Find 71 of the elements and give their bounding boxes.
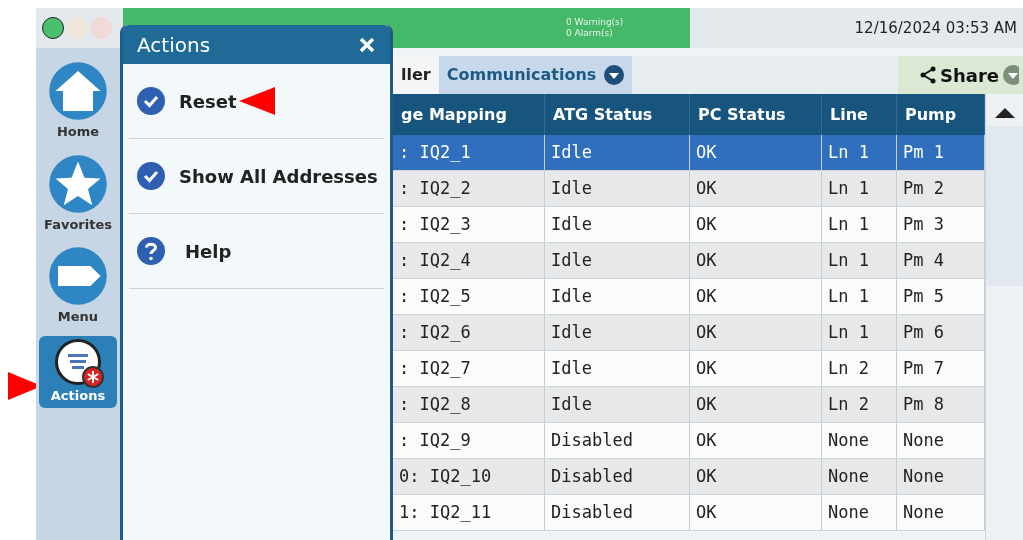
sidebar-item[interactable]: Menu [39, 243, 117, 330]
table-cell: Ln 1 [822, 171, 897, 206]
table-cell: Disabled [545, 423, 690, 458]
table-cell: Idle [545, 315, 690, 350]
table-cell: OK [690, 135, 822, 170]
table-cell: OK [690, 495, 822, 530]
table-cell: Idle [545, 171, 690, 206]
table-row[interactable]: 1: IQ2_11 Disabled OK None None [393, 495, 985, 531]
table-row[interactable]: : IQ2_6 Idle OK Ln 1 Pm 6 [393, 315, 985, 351]
table-cell: Idle [545, 207, 690, 242]
table-cell: None [822, 459, 897, 494]
sidebar-item[interactable]: Favorites [39, 150, 117, 237]
table-row[interactable]: : IQ2_9 Disabled OK None None [393, 423, 985, 459]
table-cell: Idle [545, 279, 690, 314]
dropdown-caret-icon [604, 65, 625, 85]
table-row[interactable]: : IQ2_1 Idle OK Ln 1 Pm 1 [393, 135, 985, 171]
panel-title: Actions [137, 31, 211, 59]
table-cell: OK [690, 243, 822, 278]
checkmark-icon [137, 162, 165, 190]
table-cell: Disabled [545, 459, 690, 494]
table-cell: Ln 2 [822, 351, 897, 386]
table-row[interactable]: : IQ2_4 Idle OK Ln 1 Pm 4 [393, 243, 985, 279]
tab[interactable]: ller [393, 56, 439, 94]
table-cell: Ln 1 [822, 243, 897, 278]
table-row[interactable]: 0: IQ2_10 Disabled OK None None [393, 459, 985, 495]
action-item[interactable]: Help [179, 237, 232, 265]
checkmark-icon [137, 87, 165, 115]
table-cell: OK [690, 423, 822, 458]
sidebar-item[interactable]: Home [39, 58, 117, 145]
table-cell: OK [690, 387, 822, 422]
sidebar-item[interactable]: Actions [39, 335, 117, 408]
table-cell: OK [690, 171, 822, 206]
date-time: 12/16/2024 03:53 AM [854, 17, 1017, 39]
table-cell: OK [690, 351, 822, 386]
table-cell: None [822, 495, 897, 530]
table-cell: Idle [545, 135, 690, 170]
table-cell: OK [690, 315, 822, 350]
table-cell: Ln 1 [822, 279, 897, 314]
action-item[interactable]: Show All Addresses [179, 162, 378, 190]
alert-count: 0 Alarm(s) [566, 28, 614, 39]
table-row[interactable]: : IQ2_3 Idle OK Ln 1 Pm 3 [393, 207, 985, 243]
table-cell: Idle [545, 351, 690, 386]
dropdown-caret-icon [1003, 65, 1019, 85]
table-cell: Ln 1 [822, 135, 897, 170]
table-cell: OK [690, 279, 822, 314]
table-row[interactable]: : IQ2_2 Idle OK Ln 1 Pm 2 [393, 171, 985, 207]
alert-count: 0 Warning(s) [566, 17, 625, 28]
table-row[interactable]: : IQ2_7 Idle OK Ln 2 Pm 7 [393, 351, 985, 387]
scroll-up-icon[interactable] [994, 108, 1015, 118]
table-cell: None [822, 423, 897, 458]
action-item[interactable]: Reset [179, 87, 237, 115]
scroll-thumb[interactable] [986, 126, 1023, 286]
table-cell: Idle [545, 243, 690, 278]
table-cell: Ln 1 [822, 207, 897, 242]
table-row[interactable]: : IQ2_8 Idle OK Ln 2 Pm 8 [393, 387, 985, 423]
tag-icon [48, 246, 108, 306]
table-cell: Ln 2 [822, 387, 897, 422]
table-cell: OK [690, 207, 822, 242]
table-cell: Idle [545, 387, 690, 422]
table-cell: Ln 1 [822, 315, 897, 350]
close-icon[interactable] [358, 35, 376, 54]
tab[interactable]: Communications [438, 56, 633, 94]
asterisk-badge-icon [82, 365, 104, 388]
share-icon [920, 66, 936, 84]
table-cell: Disabled [545, 495, 690, 530]
table-cell: OK [690, 459, 822, 494]
help-icon [137, 237, 165, 265]
share-button[interactable]: Share [898, 56, 1023, 94]
home-icon [48, 61, 108, 121]
pointer-arrow-icon [238, 87, 275, 115]
table-row[interactable]: : IQ2_5 Idle OK Ln 1 Pm 5 [393, 279, 985, 315]
